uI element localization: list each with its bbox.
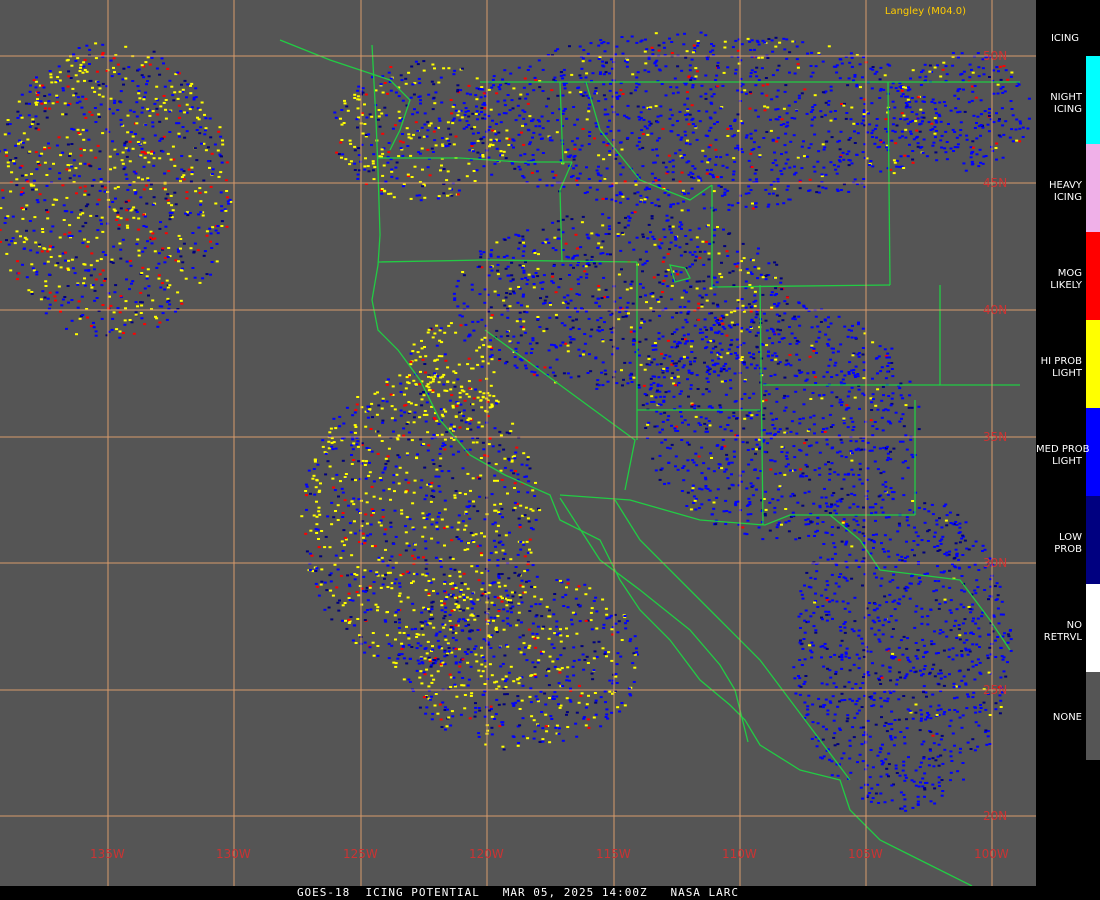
legend-swatch [1086, 144, 1100, 232]
legend-swatch [1086, 584, 1100, 672]
latitude-label: 40N [983, 303, 1007, 317]
grid-labels: 50N 45N 40N 35N 30N 25N 20N 135W 130W 125W 120W 115… [90, 49, 1009, 861]
latitude-label: 25N [983, 683, 1007, 697]
legend: ICING NIGHT ICING HEAVY ICING MOG LIKELY… [1036, 0, 1100, 900]
legend-label: MOG LIKELY [1050, 268, 1082, 291]
icing-map: 50N 45N 40N 35N 30N 25N 20N 135W 130W 125W 120W 115… [0, 0, 1036, 886]
map-canvas: 50N 45N 40N 35N 30N 25N 20N 135W 130W 125W 120W 115… [0, 0, 1036, 886]
longitude-label: 125W [343, 847, 378, 861]
legend-item-no-retrieval: NO RETRVL [1036, 584, 1100, 672]
legend-label: HI PROB LIGHT [1040, 356, 1082, 379]
legend-swatch [1086, 56, 1100, 144]
co-ks-border [939, 285, 1020, 386]
state-borders [279, 39, 1020, 886]
longitude-label: 100W [974, 847, 1009, 861]
legend-label: NO RETRVL [1043, 620, 1082, 643]
longitude-label: 130W [216, 847, 251, 861]
longitude-label: 135W [90, 847, 125, 861]
latitude-label: 50N [983, 49, 1007, 63]
wa-or-border [378, 157, 572, 163]
map-title: GOES-18 ICING POTENTIAL MAR 05, 2025 14:… [296, 886, 740, 899]
wy-co-border [711, 284, 891, 288]
longitude-label: 115W [596, 847, 631, 861]
credit-text: Langley (M04.0) [884, 6, 966, 17]
or-ca-border [377, 259, 638, 263]
latitude-label: 35N [983, 430, 1007, 444]
latitude-label: 45N [983, 176, 1007, 190]
mexico-coast [614, 499, 851, 781]
legend-item-mog-likely: MOG LIKELY [1036, 232, 1100, 320]
legend-swatch [1086, 496, 1100, 584]
legend-item-med-prob-light: MED PROB LIGHT [1036, 408, 1100, 496]
legend-item-low-prob: LOW PROB [1036, 496, 1100, 584]
legend-item-hi-prob-light: HI PROB LIGHT [1036, 320, 1100, 408]
legend-label: NONE [1052, 712, 1082, 723]
az-nm-border [759, 284, 764, 526]
legend-item-night-icing: NIGHT ICING [1036, 56, 1100, 144]
icing-field [0, 31, 1031, 812]
longitude-label: 120W [469, 847, 504, 861]
legend-item-heavy-icing: HEAVY ICING [1036, 144, 1100, 232]
legend-label: NIGHT ICING [1050, 92, 1082, 115]
icing-map-screen: 50N 45N 40N 35N 30N 25N 20N 135W 130W 125W 120W 115… [0, 0, 1100, 900]
legend-item-none: NONE [1036, 672, 1100, 760]
legend-title: ICING [1050, 33, 1080, 44]
latitude-label: 30N [983, 556, 1007, 570]
legend-label: LOW PROB [1054, 532, 1082, 555]
wa-id-border [559, 81, 564, 166]
latitude-label: 20N [983, 809, 1007, 823]
longitude-label: 110W [722, 847, 757, 861]
legend-label: MED PROB LIGHT [1036, 444, 1090, 467]
legend-swatch [1086, 672, 1100, 760]
legend-label: HEAVY ICING [1049, 180, 1082, 203]
legend-swatch [1086, 232, 1100, 320]
longitude-label: 105W [848, 847, 883, 861]
mexico-border [559, 494, 915, 526]
legend-swatch [1086, 320, 1100, 408]
